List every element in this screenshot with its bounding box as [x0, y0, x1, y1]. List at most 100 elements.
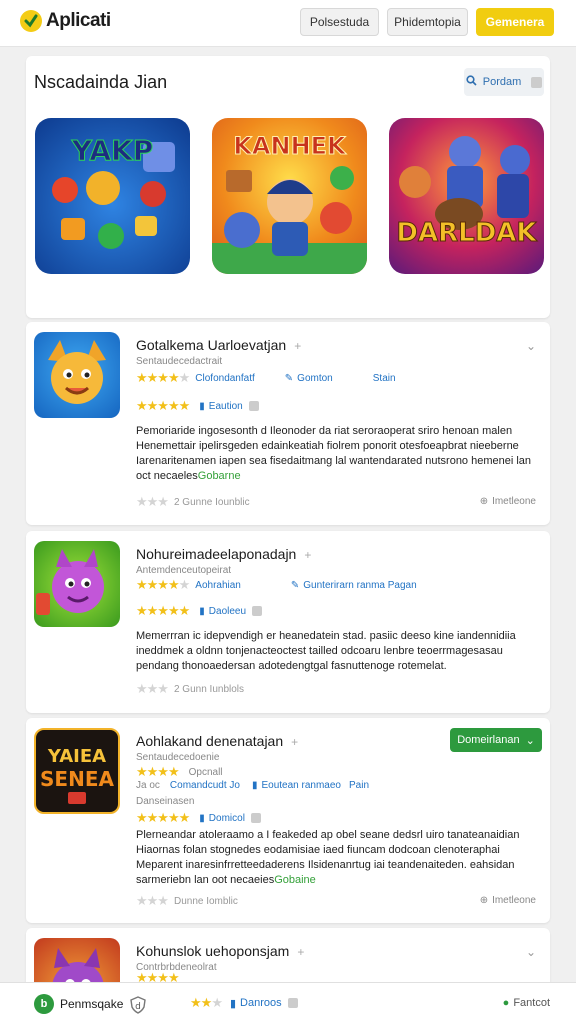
reviews-text: 2 Gunn Iunblols: [173, 683, 245, 695]
featured-search-button[interactable]: Pordam: [464, 68, 544, 96]
app-meta-1[interactable]: Clofondanfatf: [195, 373, 255, 384]
app-footer-action[interactable]: ⊕ Imetleone: [480, 496, 536, 507]
app-meta-row: ★★★★ Opcnall: [136, 764, 223, 780]
chevron-down-icon[interactable]: ⌄: [526, 339, 536, 353]
game-art-3-icon: [399, 136, 530, 230]
reviews-text: 2 Gunne Iounblic: [173, 496, 250, 508]
app-footer-action[interactable]: ⊕ Imetleone: [480, 895, 536, 906]
info-icon: [250, 813, 261, 823]
featured-search-label: Pordam: [482, 76, 522, 88]
header-button-2[interactable]: Phidemtopia: [387, 8, 468, 36]
app-title-text: Aohlakand denenatajan: [136, 733, 284, 749]
app-subtitle-2-text: Danseinasen: [136, 796, 195, 807]
app-title: Kohunslok uehoponsjam +: [136, 943, 304, 959]
bookmark-icon: ▮: [199, 400, 205, 412]
app-card[interactable]: Nohureimadeelaponadajn + Antemdenceutopei…: [26, 531, 550, 713]
app-rating-row: ★★★★★ ▮ Domicol: [136, 810, 261, 826]
rating-stars: ★★★★: [136, 764, 180, 779]
logo[interactable]: Aplicati: [20, 10, 111, 32]
app-title-text: Kohunslok uehoponsjam: [136, 943, 290, 959]
bookmark-icon: ▮: [229, 997, 237, 1010]
app-card[interactable]: YAIEA SENEA Aohlakand denenatajan + Domei…: [26, 718, 550, 923]
info-icon: [287, 998, 298, 1008]
app-description: Memerrran ic idepvendigh er heanedatein …: [136, 630, 516, 672]
rating-stars-large: ★★★★★: [136, 398, 190, 413]
app-meta-2[interactable]: Comandcudt Jo: [170, 780, 240, 791]
bottom-item-1[interactable]: b Penmsqake: [34, 994, 123, 1014]
app-description: Plerneandar atoleraamo a I feakeded ap o…: [136, 828, 536, 888]
download-button[interactable]: Domeirlanan ⌄: [450, 728, 542, 752]
app-subtitle: Sentaudecedoenie: [136, 752, 220, 763]
app-title: Nohureimadeelaponadajn +: [136, 546, 311, 562]
bottom-item-3-label: Fantcot: [513, 997, 550, 1009]
rating-label[interactable]: Eaution: [209, 401, 243, 412]
app-store-icon: b: [34, 994, 54, 1014]
plus-icon[interactable]: +: [291, 735, 298, 749]
bookmark-icon: ▮: [251, 780, 258, 791]
app-rating-row: ★★★★★ ▮ Daoleeu: [136, 603, 263, 619]
reviews-text: Dunne Iomblic: [173, 895, 238, 907]
app-title: Gotalkema Uarloevatjan +: [136, 337, 301, 353]
footer-stars: ★★★: [136, 494, 169, 509]
rating-stars-large: ★★★★★: [136, 603, 190, 618]
app-rating-row: ★★★★★ ▮ Eaution: [136, 398, 259, 414]
app-meta-2[interactable]: Gomton: [297, 373, 333, 384]
rating-label[interactable]: Domicol: [209, 813, 245, 824]
plus-icon[interactable]: +: [304, 548, 311, 562]
top-bar: Aplicati Polsestuda Phidemtopia Gemenera: [0, 0, 576, 47]
app-meta-1[interactable]: Aohrahian: [195, 580, 241, 591]
featured-game-tile-1[interactable]: YAKP: [35, 118, 190, 274]
bookmark-icon: ▮: [199, 605, 205, 617]
rating-stars-large: ★★★★★: [136, 810, 190, 825]
app-meta-row-2: Ja oc Comandcudt Jo ▮ Eoutean ranmaeo Pa…: [136, 780, 369, 791]
rating-stars: ★★★★★: [136, 577, 190, 592]
app-card[interactable]: Gotalkema Uarloevatjan + ⌄ Sentaudecedact…: [26, 322, 550, 525]
bottom-item-2[interactable]: ★★★ ▮ Danroos: [190, 995, 298, 1011]
bookmark-icon: ▮: [199, 812, 205, 824]
app-description-text: Plerneandar atoleraamo a I feakeded ap o…: [136, 829, 520, 886]
app-title: Aohlakand denenatajan +: [136, 733, 298, 749]
description-more-link[interactable]: Gobarne: [198, 470, 241, 482]
app-icon: [34, 541, 120, 627]
rating-label[interactable]: Daoleeu: [209, 606, 246, 617]
leaf-icon: ●: [502, 997, 510, 1009]
featured-game-3-title: DARLDAK: [396, 218, 537, 249]
app-meta-2[interactable]: Gunterirarn ranma Pagan: [303, 580, 416, 591]
chevron-down-icon[interactable]: ⌄: [526, 945, 536, 959]
rating-stars: ★★★★★: [136, 370, 190, 385]
featured-game-tile-3[interactable]: DARLDAK: [389, 118, 544, 274]
app-meta-1: Opcnall: [188, 766, 223, 778]
header-button-primary[interactable]: Gemenera: [476, 8, 554, 36]
info-icon: [248, 401, 259, 411]
chevron-down-icon: ⌄: [525, 734, 535, 747]
app-meta-row: ★★★★★ Aohrahian ✎ Gunterirarn ranma Paga…: [136, 577, 417, 593]
bottom-item-1-label: Penmsqake: [60, 997, 124, 1011]
description-more-link[interactable]: Gobaine: [274, 874, 316, 886]
footer-stars: ★★★: [136, 893, 169, 908]
app-title-text: Nohureimadeelaponadajn: [136, 546, 297, 562]
app-icon: YAIEA SENEA: [34, 728, 120, 814]
footer-stars: ★★★: [136, 681, 169, 696]
globe-icon: ⊕: [479, 895, 489, 906]
shield-icon[interactable]: d: [130, 996, 146, 1019]
app-footer: ★★★ Dunne Iomblic: [136, 893, 238, 909]
app-meta-3[interactable]: Eoutean ranmaeo: [261, 780, 341, 791]
app-subtitle-2: Danseinasen: [136, 796, 194, 807]
bottom-item-3[interactable]: ● Fantcot: [503, 997, 550, 1009]
svg-text:SENEA: SENEA: [40, 767, 114, 791]
app-meta-3[interactable]: Stain: [373, 373, 396, 384]
pencil-icon: ✎: [284, 372, 294, 384]
pencil-icon: ✎: [290, 579, 300, 591]
app-meta-4[interactable]: Pain: [349, 780, 369, 791]
external-icon: [531, 76, 543, 88]
featured-game-1-title: YAKP: [71, 134, 154, 168]
plus-icon[interactable]: +: [294, 339, 301, 353]
featured-game-tile-2[interactable]: KANHEK: [212, 118, 367, 274]
featured-card: Nscadainda Jian Pordam YAKP KANHEK DARLD…: [26, 56, 550, 318]
featured-title: Nscadainda Jian: [34, 72, 168, 92]
plus-icon[interactable]: +: [297, 945, 304, 959]
logo-text: Aplicati: [46, 10, 111, 31]
header-button-1[interactable]: Polsestuda: [300, 8, 379, 36]
app-description: Pemoriaride ingosesonth d Ileonoder da r…: [136, 424, 536, 484]
svg-text:d: d: [135, 1002, 141, 1012]
